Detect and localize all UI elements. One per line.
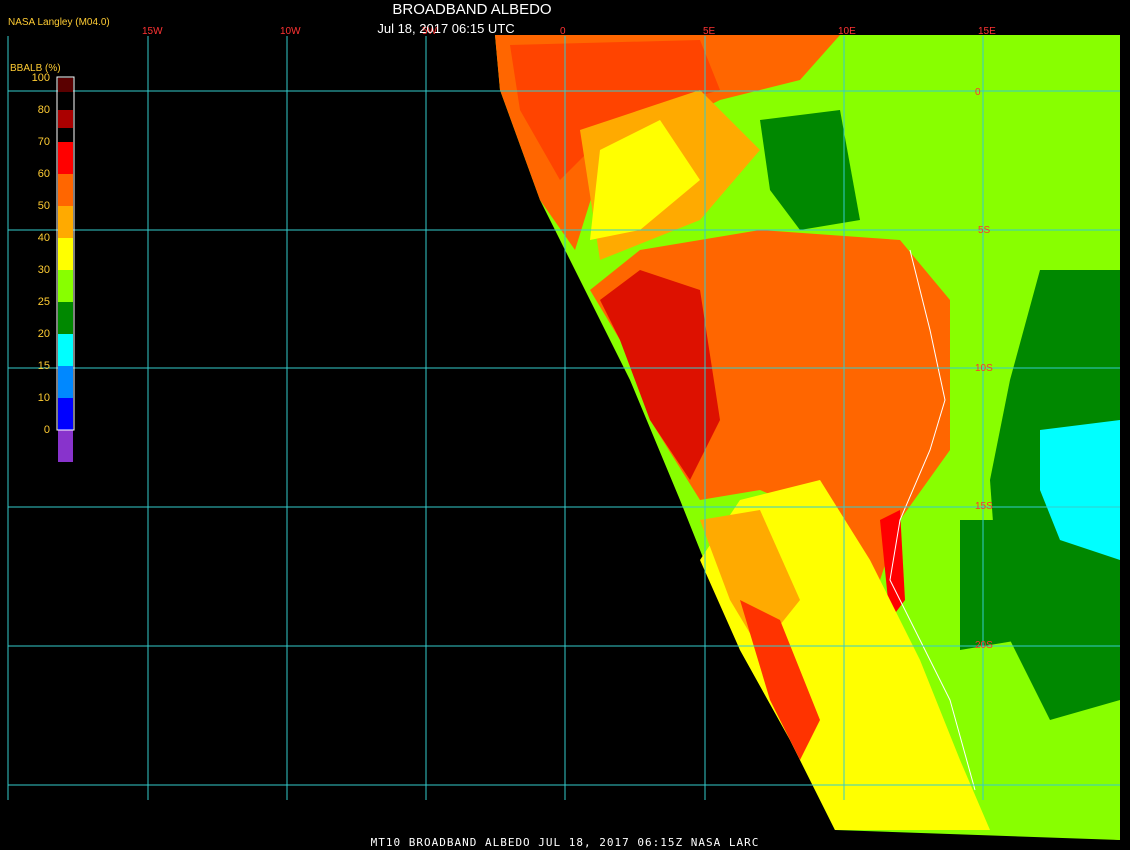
legend-tick-label: 50 [38,200,50,212]
legend-swatch [58,78,73,92]
legend-tick-label: 40 [38,232,50,244]
legend-tick-label: 80 [38,104,50,116]
legend-tick-label: 20 [38,328,50,340]
lat-label-20s: 20S [975,640,993,651]
legend-tick-label: 0 [44,424,50,436]
lon-label-15e: 15E [978,26,996,37]
legend-tick-label: 30 [38,264,50,276]
map-datetime: Jul 18, 2017 06:15 UTC [377,21,515,36]
legend-swatch [58,302,73,334]
lat-label-15s: 15S [975,501,993,512]
legend-swatch [58,366,73,398]
credit-label: NASA Langley (M04.0) [8,17,110,28]
lat-label-10s: 10S [975,363,993,374]
legend-tick-label: 15 [38,360,50,372]
legend-swatch [58,334,73,366]
legend-tick-label: 10 [38,392,50,404]
legend-swatch [58,270,73,302]
lat-label-5s: 5S [978,225,991,236]
lat-label-0: 0 [975,87,981,98]
legend-swatch [58,110,73,128]
map-title: BROADBAND ALBEDO [392,1,552,18]
legend-tick-label: 100 [32,72,50,84]
legend-tick-label: 60 [38,168,50,180]
legend-tick-label: 25 [38,296,50,308]
footer-caption: MT10 BROADBAND ALBEDO JUL 18, 2017 06:15… [370,836,760,849]
albedo-map: 15W 10W 5W 0 5E 10E 15E 0 5S 10S 15S 20S… [0,0,1130,850]
legend-swatch [58,398,73,430]
legend-tick-label: 70 [38,136,50,148]
legend-swatch [58,174,73,206]
legend-swatch [58,206,73,238]
legend-swatch [58,430,73,462]
legend-swatch [58,238,73,270]
legend-swatch [58,142,73,174]
